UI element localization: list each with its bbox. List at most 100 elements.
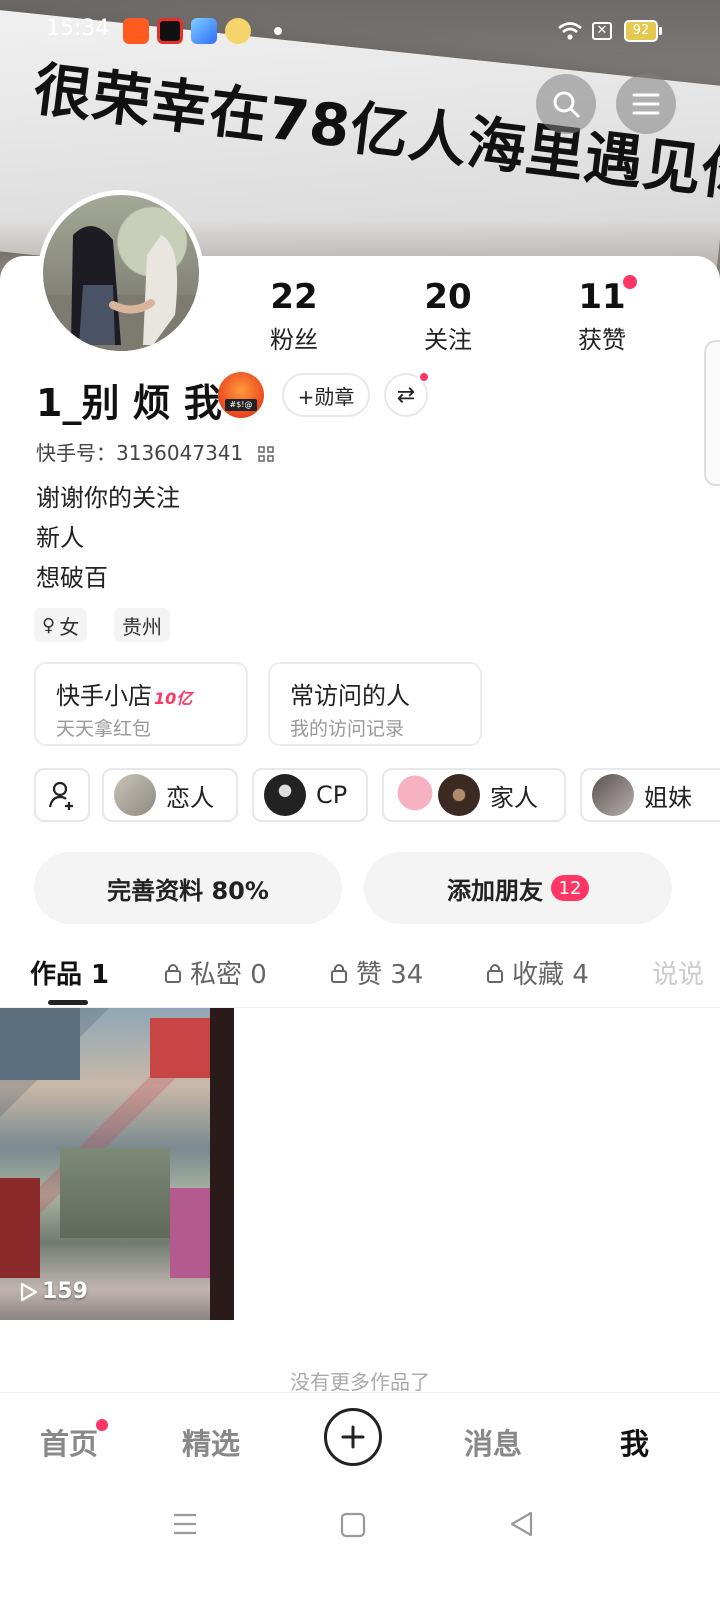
no-sim-icon: ✕ xyxy=(592,22,612,40)
tab-private[interactable]: 私密 0 xyxy=(164,954,267,991)
back-triangle-icon[interactable] xyxy=(508,1510,534,1538)
add-friends-button[interactable]: 添加朋友 12 xyxy=(364,852,672,924)
kuaishou-app-icon xyxy=(123,18,149,44)
bio-line: 新人 xyxy=(36,524,84,552)
status-bar: 15:34 ✕ 92 xyxy=(0,0,720,62)
female-icon: ♀ xyxy=(42,614,56,636)
switch-notification-dot xyxy=(418,371,430,383)
nav-me[interactable]: 我 xyxy=(620,1421,649,1463)
tab-liked[interactable]: 赞 34 xyxy=(330,954,423,991)
shop-subtitle: 天天拿红包 xyxy=(56,718,152,740)
view-count-number: 159 xyxy=(42,1279,88,1304)
switch-icon: ⇄ xyxy=(396,382,416,408)
tab-label: 收藏 4 xyxy=(512,960,589,990)
tab-label: 说说 xyxy=(652,960,705,990)
kuaishou-id-text: 快手号：3136047341 xyxy=(36,441,244,465)
blue-app-icon xyxy=(191,18,217,44)
relation-label: 恋人 xyxy=(166,783,214,812)
relation-cp[interactable]: CP xyxy=(252,768,368,822)
add-person-icon xyxy=(48,781,73,810)
create-button[interactable] xyxy=(324,1408,382,1466)
tab-works[interactable]: 作品 1 xyxy=(30,954,109,991)
plus-icon xyxy=(341,1425,365,1449)
relation-avatar xyxy=(592,774,634,816)
relation-family[interactable]: 家人 xyxy=(382,768,566,822)
add-relation-button[interactable] xyxy=(34,768,90,822)
notification-dot xyxy=(274,27,282,35)
relation-label: 姐妹 xyxy=(644,783,692,812)
relation-sisters[interactable]: 姐妹 xyxy=(580,768,720,822)
collage-photo xyxy=(0,1008,80,1080)
medal-button[interactable]: +勋章 xyxy=(282,373,370,417)
bottom-nav: 首页 精选 消息 我 xyxy=(0,1392,720,1488)
avatar-photo xyxy=(43,226,199,351)
complete-profile-label: 完善资料 80% xyxy=(107,876,269,905)
collage-photo xyxy=(0,1178,40,1278)
relation-avatar xyxy=(264,774,306,816)
kuaishou-shop-card[interactable]: 快手小店 10亿 天天拿红包 xyxy=(34,662,248,746)
lock-icon xyxy=(487,963,503,983)
tab-moments[interactable]: 说说 xyxy=(652,954,720,991)
add-friends-count: 12 xyxy=(551,875,589,901)
qr-code-icon xyxy=(257,446,274,462)
work-thumbnail[interactable]: 159 xyxy=(0,1008,234,1320)
likes-count: 11 xyxy=(578,277,626,317)
system-navigation-bar xyxy=(0,1488,720,1600)
gender-tag[interactable]: ♀ 女 xyxy=(34,608,88,642)
visitors-title: 常访问的人 xyxy=(290,682,410,710)
lock-icon xyxy=(331,963,347,983)
location-label: 贵州 xyxy=(122,614,162,639)
content-tabs: 作品 1 私密 0 赞 34 收藏 4 说说 xyxy=(0,942,720,1008)
following-label: 关注 xyxy=(424,326,472,354)
shop-title: 快手小店 xyxy=(56,682,152,710)
active-tab-indicator xyxy=(48,1000,88,1005)
following-stat[interactable]: 20 关注 xyxy=(388,278,508,355)
nav-messages[interactable]: 消息 xyxy=(464,1421,522,1463)
tab-label: 赞 34 xyxy=(356,960,424,990)
bio-line: 谢谢你的关注 xyxy=(36,484,180,512)
recent-apps-icon[interactable] xyxy=(172,1512,198,1536)
cursing-face-emoji xyxy=(218,372,264,418)
tab-label: 私密 0 xyxy=(190,960,267,990)
relation-label: CP xyxy=(316,781,348,809)
tab-label: 作品 1 xyxy=(30,960,110,990)
visitors-subtitle: 我的访问记录 xyxy=(290,718,405,740)
search-button[interactable] xyxy=(536,74,596,134)
menu-icon xyxy=(632,93,660,115)
relation-avatar xyxy=(114,774,156,816)
video-camera-app-icon xyxy=(157,18,183,44)
wifi-icon xyxy=(558,22,582,40)
location-tag[interactable]: 贵州 xyxy=(114,608,170,642)
likes-label: 获赞 xyxy=(578,326,626,354)
side-drawer-handle[interactable] xyxy=(704,340,720,486)
battery-icon: 92 xyxy=(624,20,662,42)
no-more-works-text: 没有更多作品了 xyxy=(290,1370,430,1394)
fans-stat[interactable]: 22 粉丝 xyxy=(234,278,354,355)
fans-label: 粉丝 xyxy=(270,326,318,354)
profile-name: 1_别 烦 我 xyxy=(36,381,222,425)
gender-label: 女 xyxy=(59,614,80,639)
shop-badge: 10亿 xyxy=(154,689,193,708)
relation-avatar xyxy=(438,774,480,816)
following-count: 20 xyxy=(424,277,472,317)
weibo-app-icon xyxy=(225,18,251,44)
frequent-visitors-card[interactable]: 常访问的人 我的访问记录 xyxy=(268,662,482,746)
patrick-sticker-avatar xyxy=(394,774,436,816)
bio-line: 想破百 xyxy=(36,564,108,592)
play-icon xyxy=(20,1282,38,1301)
menu-button[interactable] xyxy=(616,74,676,134)
home-notification-dot xyxy=(96,1419,108,1431)
nav-home[interactable]: 首页 xyxy=(40,1421,98,1463)
relation-lover[interactable]: 恋人 xyxy=(102,768,238,822)
avatar[interactable] xyxy=(38,190,204,356)
nav-featured[interactable]: 精选 xyxy=(182,1421,240,1463)
likes-stat[interactable]: 11 获赞 xyxy=(542,278,662,355)
tab-favorites[interactable]: 收藏 4 xyxy=(486,954,589,991)
home-square-icon[interactable] xyxy=(340,1512,366,1538)
collage-photo xyxy=(150,1018,210,1078)
kuaishou-id[interactable]: 快手号：3136047341 xyxy=(36,437,274,466)
collage-photo xyxy=(170,1188,210,1278)
likes-notification-dot xyxy=(623,275,637,289)
status-time: 15:34 xyxy=(46,16,110,41)
complete-profile-button[interactable]: 完善资料 80% xyxy=(34,852,342,924)
